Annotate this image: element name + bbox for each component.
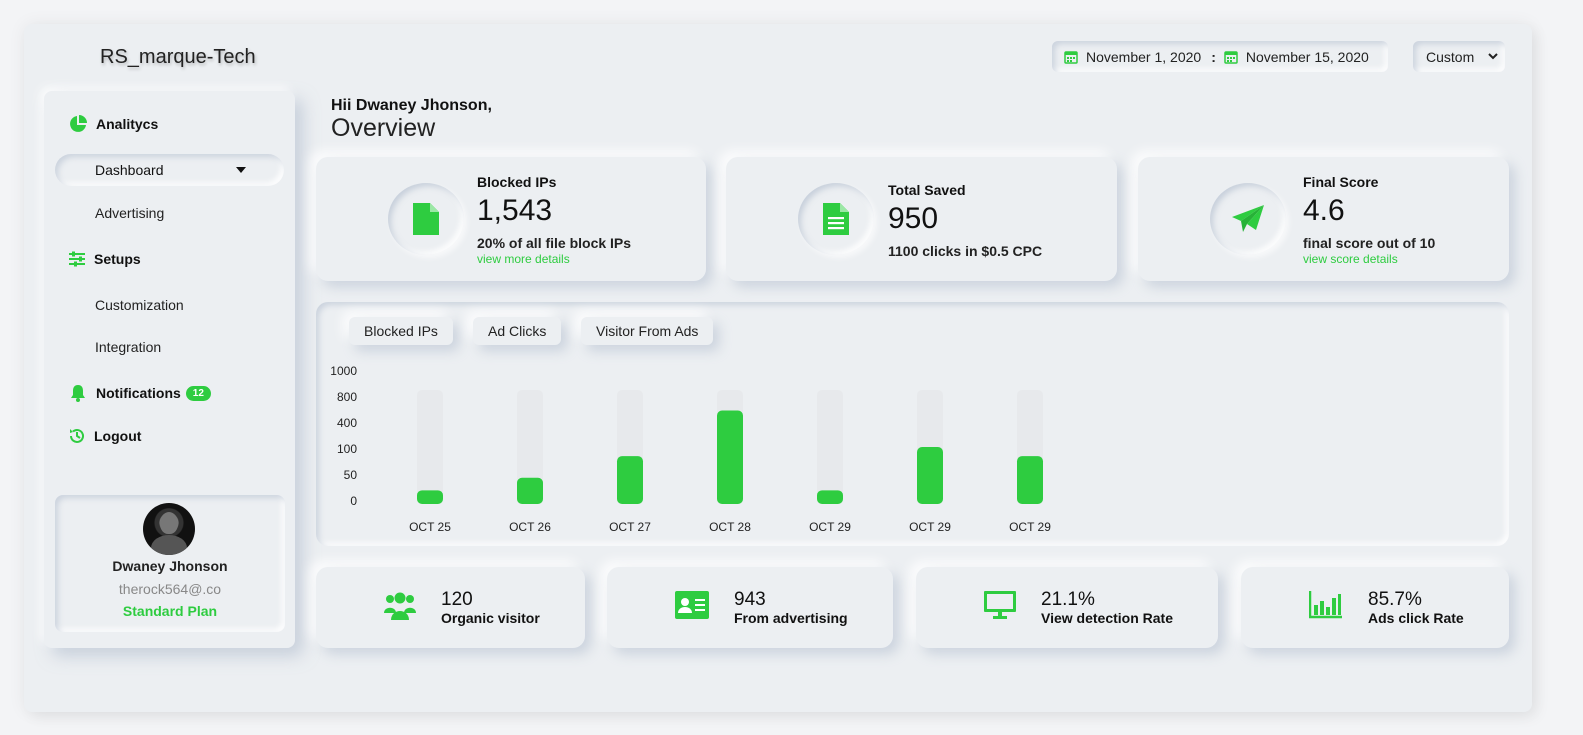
range-select[interactable]: Custom <box>1413 41 1505 72</box>
profile-name: Dwaney Jhonson <box>112 558 228 574</box>
summary-card-organic: 120 Organic visitor <box>316 567 585 648</box>
x-tick-label: OCT 29 <box>909 520 951 534</box>
stat-card-blocked-ips: Blocked IPs 1,543 20% of all file block … <box>316 157 706 281</box>
view-score-details-link[interactable]: view score details <box>1303 252 1398 266</box>
y-tick-label: 1000 <box>330 364 357 378</box>
sliders-icon <box>69 251 85 267</box>
pie-chart-icon <box>70 115 87 132</box>
stat-card-total-saved: Total Saved 950 1100 clicks in $0.5 CPC <box>726 157 1117 281</box>
notifications-badge: 12 <box>185 385 211 401</box>
caret-down-icon <box>236 167 246 173</box>
sidebar-item-label: Logout <box>94 428 142 444</box>
stat-subtitle: 20% of all file block IPs <box>477 235 632 251</box>
summary-value: 120 <box>441 589 473 610</box>
summary-card-advertising: 943 From advertising <box>607 567 893 648</box>
paper-plane-icon <box>1232 205 1264 232</box>
y-tick-label: 800 <box>337 390 357 404</box>
stat-value: 4.6 <box>1303 194 1345 227</box>
summary-value: 21.1% <box>1041 589 1095 610</box>
bar-track <box>417 390 443 504</box>
sidebar-item-customization[interactable]: Customization <box>95 297 184 313</box>
id-card-icon <box>675 591 709 619</box>
chart-panel: Blocked IPs Ad Clicks Visitor From Ads 1… <box>316 302 1509 546</box>
summary-label: Ads click Rate <box>1368 610 1464 626</box>
sidebar: Analitycs Dashboard Advertising Setups C… <box>44 91 295 648</box>
page-title: Overview <box>331 114 436 142</box>
users-icon <box>384 592 416 620</box>
summary-label: From advertising <box>734 610 848 626</box>
sidebar-item-advertising[interactable]: Advertising <box>95 205 164 221</box>
profile-plan[interactable]: Standard Plan <box>55 603 285 619</box>
stat-title: Blocked IPs <box>477 174 557 190</box>
stat-subtitle: final score out of 10 <box>1303 235 1436 251</box>
sidebar-item-label: Setups <box>94 251 141 267</box>
stat-icon-circle <box>388 183 464 255</box>
range-select-value: Custom <box>1426 48 1475 65</box>
sidebar-item-notifications[interactable]: Notifications 12 <box>68 383 211 403</box>
y-tick-label: 0 <box>350 494 357 508</box>
file-icon <box>413 203 439 235</box>
summary-card-detection: 21.1% View detection Rate <box>916 567 1218 648</box>
summary-value: 85.7% <box>1368 589 1422 610</box>
bar-chart-icon <box>1309 591 1342 619</box>
stat-value: 1,543 <box>477 194 553 227</box>
x-tick-label: OCT 26 <box>509 520 551 534</box>
sidebar-item-integration[interactable]: Integration <box>95 339 161 355</box>
bar[interactable] <box>917 447 943 504</box>
bar[interactable] <box>817 490 843 504</box>
bar[interactable] <box>1017 456 1043 504</box>
x-tick-label: OCT 28 <box>709 520 751 534</box>
brand-logo: RS_marque-Tech <box>100 46 256 68</box>
y-tick-label: 50 <box>344 468 358 482</box>
date-end[interactable]: November 15, 2020 <box>1246 49 1369 65</box>
summary-value: 943 <box>734 589 766 610</box>
sidebar-item-setups[interactable]: Setups <box>68 250 141 268</box>
date-separator: : <box>1211 48 1216 65</box>
stat-title: Total Saved <box>888 182 966 198</box>
x-tick-label: OCT 29 <box>809 520 851 534</box>
y-tick-label: 400 <box>337 416 357 430</box>
date-start[interactable]: November 1, 2020 <box>1086 49 1201 65</box>
summary-label: Organic visitor <box>441 610 540 626</box>
history-icon <box>70 428 84 443</box>
calendar-icon <box>1224 50 1238 64</box>
bar[interactable] <box>617 456 643 504</box>
profile-email: therock564@.co <box>118 581 222 597</box>
chevron-down-icon <box>1488 53 1498 60</box>
profile-card: Dwaney Jhonson therock564@.co Standard P… <box>55 495 285 632</box>
summary-card-click-rate: 85.7% Ads click Rate <box>1241 567 1509 648</box>
sidebar-item-label: Analitycs <box>96 116 159 132</box>
monitor-icon <box>984 591 1016 619</box>
avatar[interactable] <box>143 503 195 555</box>
view-more-details-link[interactable]: view more details <box>477 252 570 266</box>
bar-chart: 1000 800 400 100 50 0 OCT 25 OCT 26 OCT 27 OCT 28… <box>330 364 1051 534</box>
y-tick-label: 100 <box>337 442 357 456</box>
bar[interactable] <box>517 477 543 504</box>
summary-label: View detection Rate <box>1041 610 1174 626</box>
stat-icon-circle <box>1210 183 1286 255</box>
stat-value: 950 <box>888 202 939 235</box>
bar[interactable] <box>717 410 743 504</box>
bell-icon <box>71 385 85 402</box>
x-tick-label: OCT 25 <box>409 520 451 534</box>
stat-icon-circle <box>798 183 874 255</box>
sidebar-item-label: Notifications <box>96 385 181 401</box>
sidebar-item-analytics[interactable]: Analitycs <box>68 114 158 134</box>
stat-subtitle: 1100 clicks in $0.5 CPC <box>888 243 1043 259</box>
sidebar-item-label: Dashboard <box>95 162 164 178</box>
x-tick-label: OCT 29 <box>1009 520 1051 534</box>
calendar-icon <box>1064 50 1078 64</box>
stat-card-final-score: Final Score 4.6 final score out of 10 vi… <box>1138 157 1509 281</box>
greeting-text: Hii Dwaney Jhonson, <box>331 97 492 114</box>
x-tick-label: OCT 27 <box>609 520 651 534</box>
date-range-picker[interactable]: November 1, 2020 : November 15, 2020 <box>1052 41 1388 72</box>
bar-track <box>817 390 843 504</box>
sidebar-item-logout[interactable]: Logout <box>68 427 141 445</box>
bar[interactable] <box>417 490 443 504</box>
stat-title: Final Score <box>1303 174 1379 190</box>
sidebar-item-dashboard[interactable]: Dashboard <box>55 154 284 186</box>
document-icon <box>823 203 849 235</box>
